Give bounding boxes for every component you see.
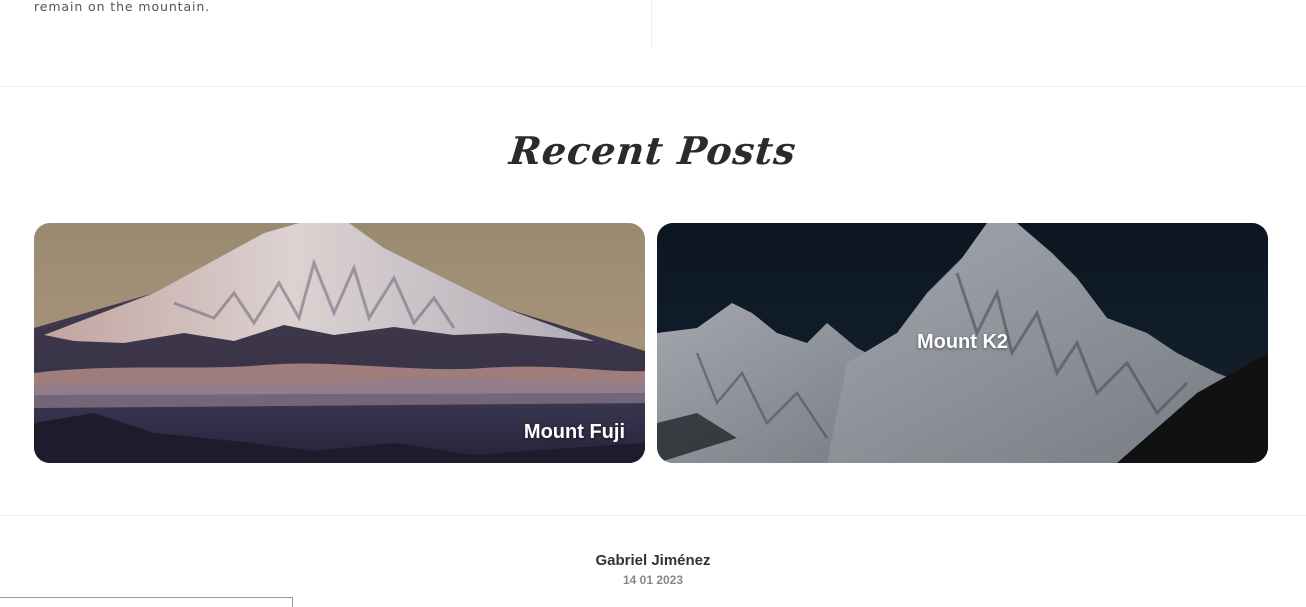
intro-text: remain on the mountain. [34, 0, 211, 14]
post-card-mount-fuji[interactable]: Mount Fuji [34, 223, 645, 463]
post-title[interactable]: Mount Fuji [524, 421, 625, 444]
author-name[interactable]: Gabriel Jiménez [0, 552, 1306, 569]
post-date: 14 01 2023 [622, 573, 684, 587]
column-divider [651, 0, 652, 48]
post-title[interactable]: Mount K2 [657, 331, 1268, 354]
section-title: Recent Posts [507, 128, 799, 173]
page: remain on the mountain. Recent Posts Mou… [0, 0, 1306, 607]
post-card-mount-k2[interactable]: Mount K2 [657, 223, 1268, 463]
section-divider-top [0, 86, 1306, 87]
bottom-panel-edge [0, 597, 293, 607]
section-divider-bottom [0, 515, 1306, 516]
